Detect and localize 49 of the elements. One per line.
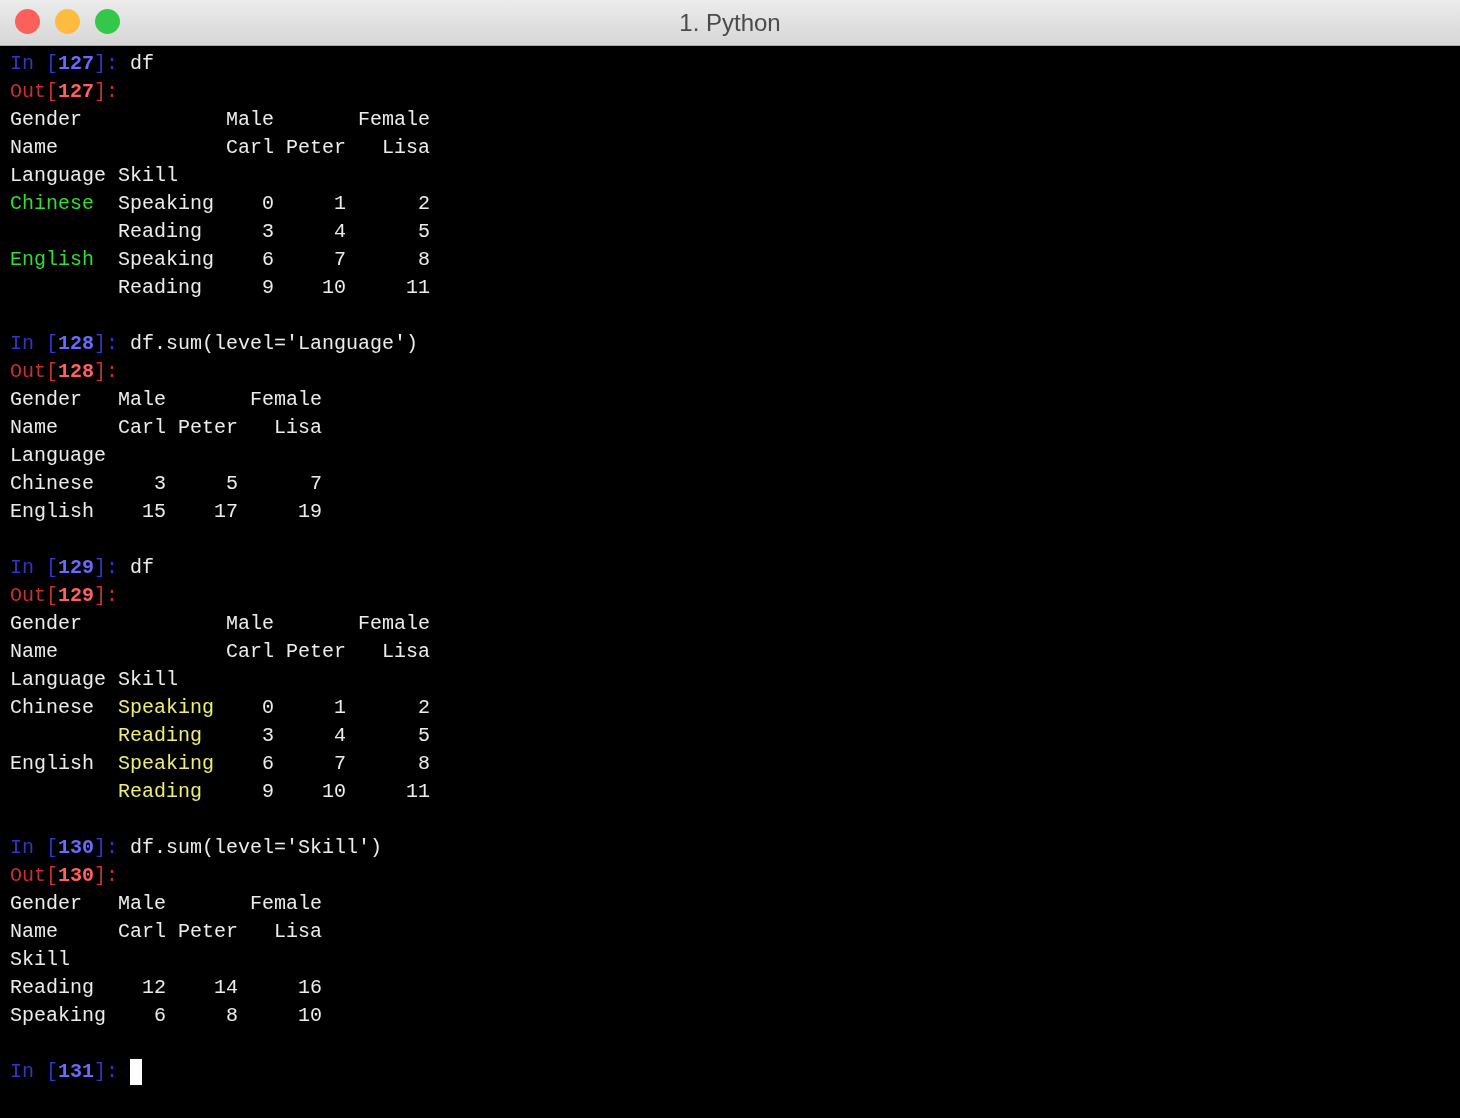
output-text: Gender Male Female: [10, 611, 431, 637]
output-text: Reading 3 4 5: [118, 219, 431, 245]
output-text: Reading: [118, 723, 203, 749]
output-text: Reading 9 10 11: [118, 275, 431, 301]
output-text: Chinese: [10, 695, 95, 721]
output-text: Language Skill: [10, 163, 179, 189]
output-text: 0 1 2: [261, 695, 431, 721]
output-prompt: Out[130]:: [10, 863, 119, 889]
input-prompt: In [129]:: [10, 555, 119, 581]
output-text: Gender Male Female: [10, 891, 323, 917]
output-text: Speaking: [118, 695, 215, 721]
output-text: Chinese: [10, 191, 94, 217]
output-text: Name Carl Peter Lisa: [10, 415, 323, 441]
output-prompt: Out[129]:: [10, 583, 119, 609]
minimize-button[interactable]: [55, 9, 80, 34]
output-text: English: [10, 247, 94, 273]
zoom-button[interactable]: [95, 9, 120, 34]
close-button[interactable]: [15, 9, 40, 34]
output-text: Speaking: [118, 751, 215, 777]
output-text: English: [10, 751, 95, 777]
output-prompt: Out[127]:: [10, 79, 119, 105]
output-text: Chinese 3 5 7: [10, 471, 323, 497]
output-text: Name Carl Peter Lisa: [10, 135, 431, 161]
output-text: Name Carl Peter Lisa: [10, 919, 323, 945]
input-prompt: In [127]:: [10, 51, 119, 77]
input-prompt: In [128]:: [10, 331, 119, 357]
output-prompt: Out[128]:: [10, 359, 119, 385]
output-text: Skill: [10, 947, 70, 973]
output-text: 3 4 5: [261, 723, 431, 749]
output-text: Language: [10, 443, 106, 469]
output-text: Speaking 0 1 2: [117, 191, 431, 217]
output-text: Gender Male Female: [10, 387, 323, 413]
code-text: df.sum(level='Skill'): [130, 835, 383, 861]
output-text: Speaking 6 7 8: [117, 247, 431, 273]
output-text: Language Skill: [10, 667, 179, 693]
input-prompt: In [130]:: [10, 835, 119, 861]
input-prompt: In [131]:: [10, 1059, 119, 1085]
output-text: 6 7 8: [261, 751, 431, 777]
output-text: 9 10 11: [261, 779, 431, 805]
window-title: 1. Python: [679, 7, 781, 38]
code-text: df.sum(level='Language'): [130, 331, 419, 357]
code-text: df: [130, 555, 155, 581]
code-text: df: [130, 51, 155, 77]
output-text: Name Carl Peter Lisa: [10, 639, 431, 665]
output-text: Reading 12 14 16: [10, 975, 323, 1001]
output-text: Speaking 6 8 10: [10, 1003, 323, 1029]
output-text: Gender Male Female: [10, 107, 431, 133]
output-text: Reading: [118, 779, 203, 805]
output-text: English 15 17 19: [10, 499, 323, 525]
